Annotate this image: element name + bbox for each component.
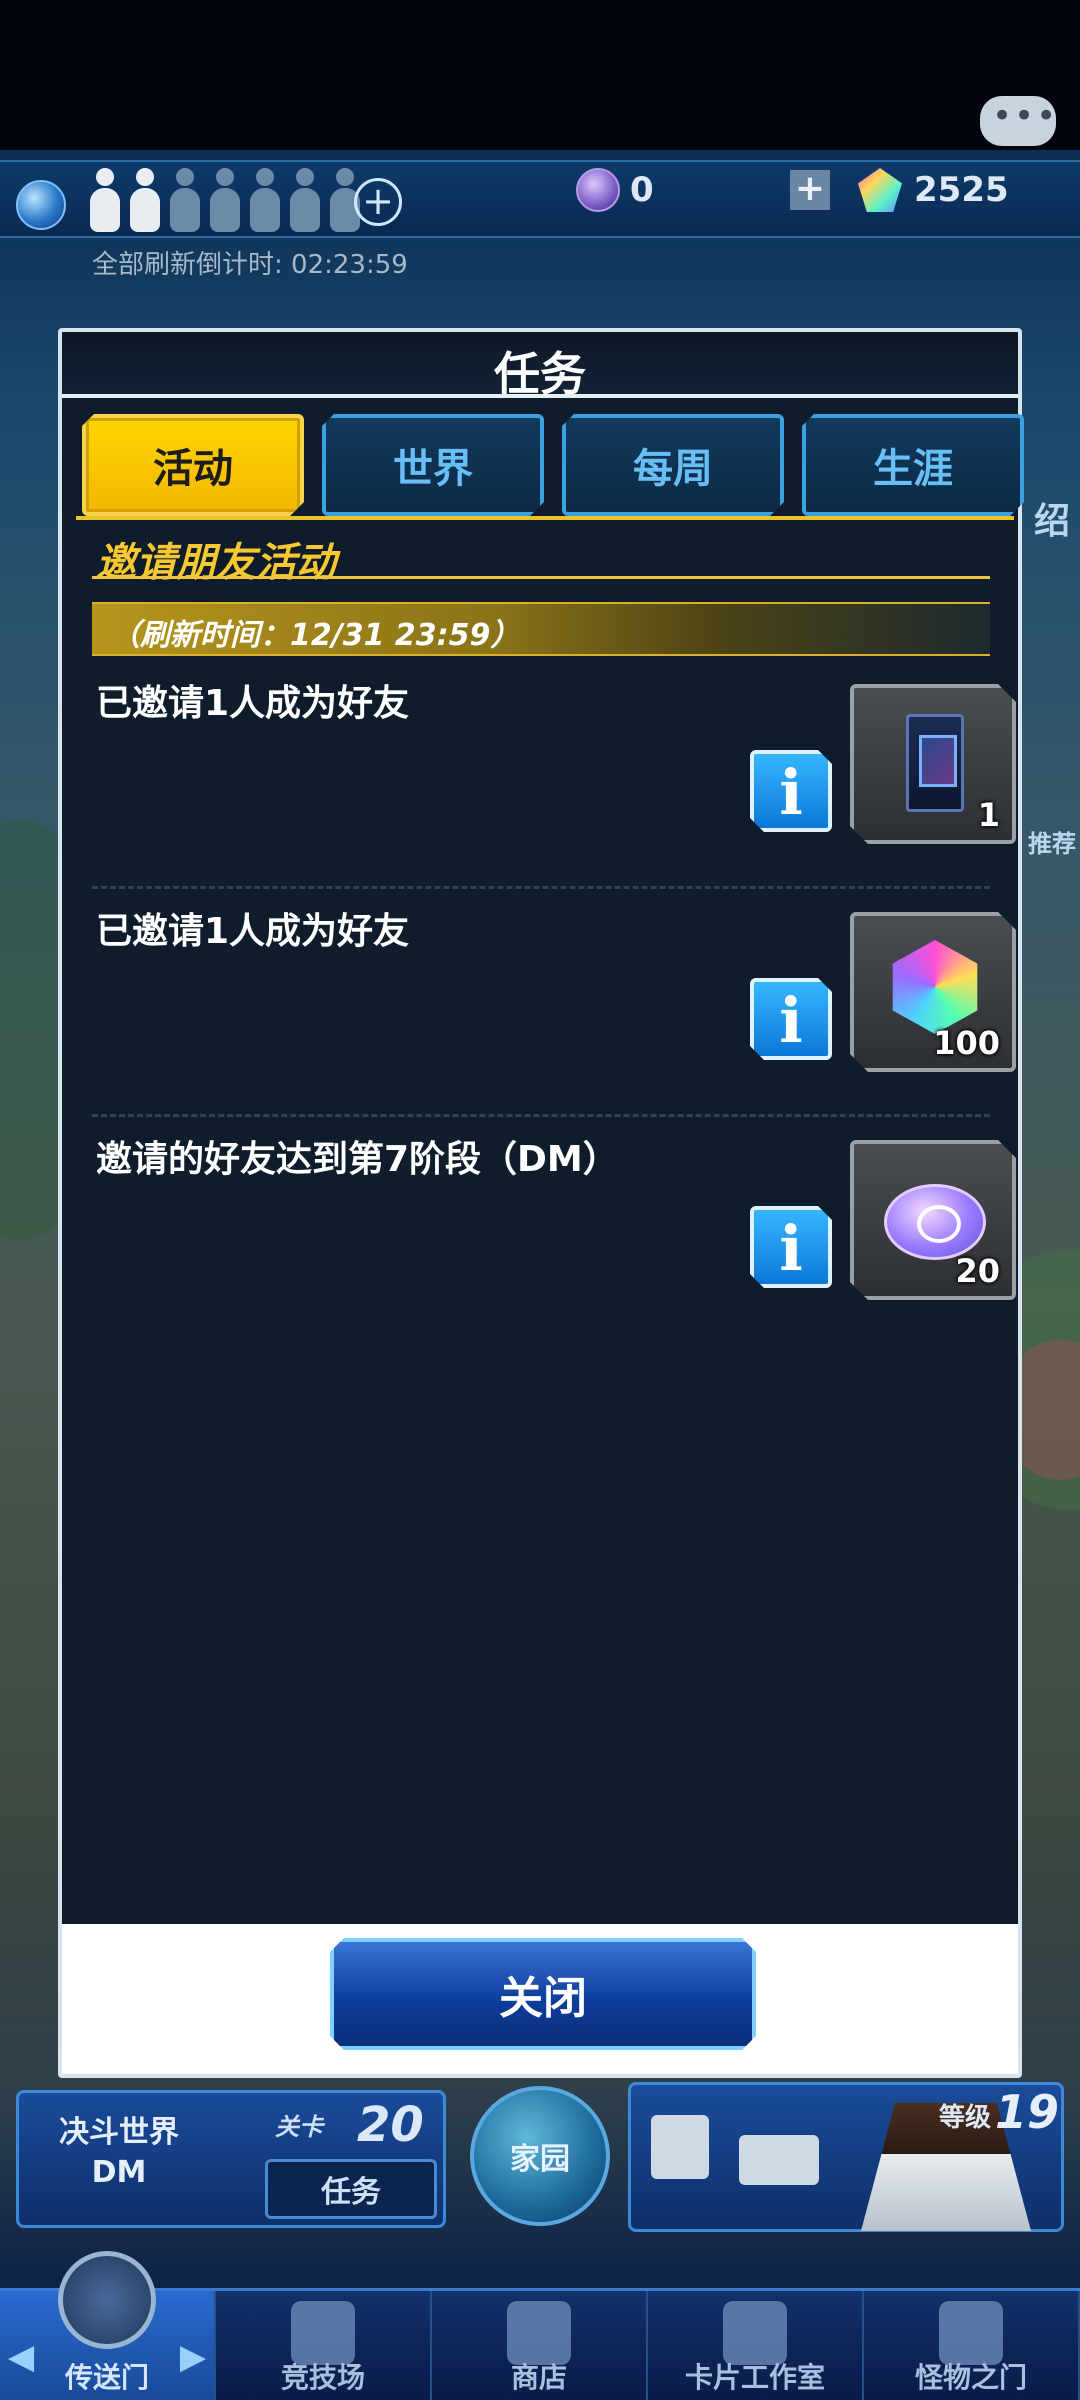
player-slot-icon xyxy=(248,168,282,234)
event-title: 邀请朋友活动 xyxy=(96,540,336,586)
duel-world-sub: DM xyxy=(91,2155,147,2190)
divider xyxy=(92,886,990,889)
duel-world-label: 决斗世界 DM xyxy=(49,2113,189,2193)
game-screen: + 0 + 2525 全部刷新倒计时: 02:23:59 绍 推荐 任务 活动 … xyxy=(0,0,1080,2400)
nav-item-portal[interactable]: ◀ ▶ 传送门 xyxy=(0,2251,216,2400)
mission-description: 已邀请1人成为好友 xyxy=(96,911,410,952)
duel-world-title: 决斗世界 xyxy=(59,2115,179,2150)
level-label: 等级 xyxy=(939,2103,992,2133)
tab-career[interactable]: 生涯 xyxy=(802,414,1024,516)
info-button[interactable]: i xyxy=(750,750,832,832)
info-icon: i xyxy=(779,984,803,1057)
side-panel-label[interactable]: 推荐 xyxy=(1028,824,1076,859)
reward-slot[interactable]: 1 xyxy=(850,684,1016,844)
divider xyxy=(62,394,1018,398)
bottom-nav: ◀ ▶ 传送门 竞技场 商店 卡片工作室 怪物之门 xyxy=(0,2251,1080,2400)
duel-disk-icon[interactable] xyxy=(739,2135,819,2185)
divider xyxy=(92,1114,990,1117)
mission-description: 已邀请1人成为好友 xyxy=(96,683,410,724)
mission-description: 邀请的好友达到第7阶段（DM） xyxy=(96,1139,619,1180)
player-slot-icon xyxy=(128,168,162,234)
dialog-header: 任务 xyxy=(62,332,1018,401)
orb-icon xyxy=(576,168,620,212)
divider xyxy=(76,516,1014,520)
refresh-time: （刷新时间：12/31 23:59） xyxy=(110,618,521,653)
info-button[interactable]: i xyxy=(750,1206,832,1288)
chat-icon[interactable] xyxy=(980,96,1058,146)
nav-label: 传送门 xyxy=(64,2361,149,2394)
nav-item-card-studio[interactable]: 卡片工作室 xyxy=(648,2291,864,2400)
reward-quantity: 20 xyxy=(955,1252,1000,1290)
nav-label: 竞技场 xyxy=(280,2361,365,2394)
refresh-time-banner: （刷新时间：12/31 23:59） xyxy=(92,602,990,656)
nav-label: 商店 xyxy=(510,2361,567,2394)
coin-icon xyxy=(884,1184,986,1260)
player-slot-icon xyxy=(288,168,322,234)
globe-icon[interactable] xyxy=(16,180,66,230)
nav-item-shop[interactable]: 商店 xyxy=(432,2291,648,2400)
refresh-countdown: 全部刷新倒计时: 02:23:59 xyxy=(92,250,408,280)
info-button[interactable]: i xyxy=(750,978,832,1060)
divider xyxy=(92,576,990,579)
add-icon[interactable]: + xyxy=(354,178,402,226)
stage-label: 关卡 xyxy=(275,2113,323,2141)
side-panel-label[interactable]: 绍 xyxy=(1034,492,1070,544)
reward-slot[interactable]: 100 xyxy=(850,912,1016,1072)
mission-item: 邀请的好友达到第7阶段（DM） i 20 xyxy=(92,1130,990,1358)
missions-button[interactable]: 任务 xyxy=(265,2159,437,2219)
orb-count: 0 xyxy=(630,170,654,210)
player-slot-icon xyxy=(208,168,242,234)
home-button[interactable]: 家园 xyxy=(470,2086,610,2226)
orb-counter: 0 xyxy=(576,168,654,212)
missions-dialog: 任务 活动 世界 每周 生涯 邀请朋友活动 （刷新时间：12/31 23:59）… xyxy=(58,328,1022,2078)
reward-slot[interactable]: 20 xyxy=(850,1140,1016,1300)
nav-label: 卡片工作室 xyxy=(684,2361,825,2394)
nav-label: 怪物之门 xyxy=(914,2361,1027,2394)
stage-number: 20 xyxy=(357,2097,424,2153)
portal-icon xyxy=(58,2251,156,2349)
gem-count: 2525 xyxy=(914,170,1009,210)
duel-world-panel[interactable]: 决斗世界 DM 关卡 20 任务 xyxy=(16,2090,446,2228)
player-slot-icon xyxy=(168,168,202,234)
deck-icon[interactable] xyxy=(651,2115,709,2179)
level-number: 19 xyxy=(995,2085,1060,2139)
info-icon: i xyxy=(779,756,803,829)
info-icon: i xyxy=(779,1212,803,1285)
tab-weekly[interactable]: 每周 xyxy=(562,414,784,516)
reward-quantity: 100 xyxy=(933,1024,1000,1062)
gem-icon xyxy=(858,168,902,212)
tab-world[interactable]: 世界 xyxy=(322,414,544,516)
card-pack-icon xyxy=(906,714,964,812)
level-panel[interactable]: 等级 19 xyxy=(628,2082,1064,2232)
nav-item-arena[interactable]: 竞技场 xyxy=(216,2291,432,2400)
gem-counter: 2525 xyxy=(858,168,1009,212)
reward-quantity: 1 xyxy=(977,796,1000,834)
mission-item: 已邀请1人成为好友 i 1 xyxy=(92,674,990,902)
tab-event[interactable]: 活动 xyxy=(82,414,304,516)
plus-icon[interactable]: + xyxy=(790,170,830,210)
mission-item: 已邀请1人成为好友 i 100 xyxy=(92,902,990,1130)
home-label: 家园 xyxy=(510,2142,570,2177)
nav-item-monster-gate[interactable]: 怪物之门 xyxy=(864,2291,1080,2400)
tab-bar: 活动 世界 每周 生涯 xyxy=(82,414,1024,516)
player-slot-icon xyxy=(88,168,122,234)
close-button[interactable]: 关闭 xyxy=(330,1938,756,2050)
player-slots xyxy=(88,168,362,234)
gem-icon xyxy=(888,940,982,1034)
